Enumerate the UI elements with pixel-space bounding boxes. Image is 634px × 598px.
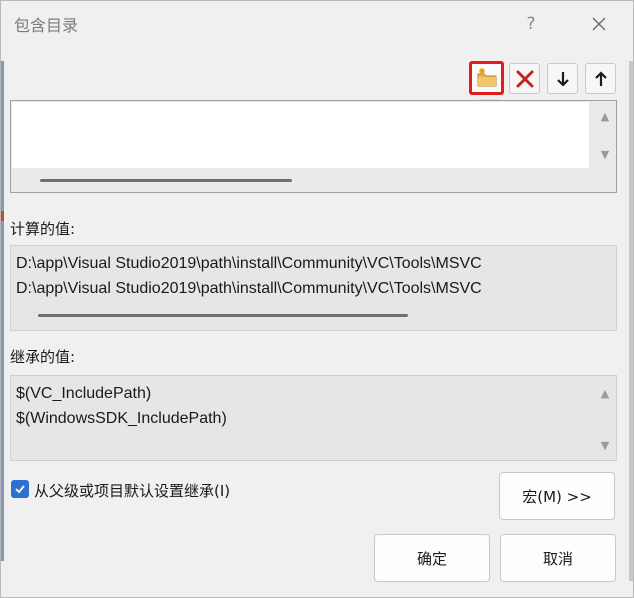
directory-list[interactable]: ▲ ▼ xyxy=(10,100,617,193)
include-directories-dialog: 包含目录 ? 7 ▲ ▼ 计 xyxy=(0,0,634,598)
arrow-up-icon xyxy=(594,70,607,86)
move-down-button[interactable] xyxy=(547,63,578,94)
background-window-edge-right xyxy=(629,61,633,581)
close-icon xyxy=(592,17,606,31)
arrow-down-icon xyxy=(556,71,569,87)
new-line-button[interactable] xyxy=(469,61,504,95)
checkmark-icon xyxy=(15,485,25,494)
help-button[interactable]: ? xyxy=(515,9,547,39)
inherited-value-line: $(VC_IncludePath) xyxy=(16,385,152,402)
inherited-values-label: 继承的值: xyxy=(10,348,76,366)
computed-value-line: D:\app\Visual Studio2019\path\install\Co… xyxy=(16,280,482,297)
computed-value-line: D:\app\Visual Studio2019\path\install\Co… xyxy=(16,255,482,272)
background-window-edge xyxy=(1,61,4,561)
dialog-title: 包含目录 xyxy=(14,16,79,35)
directory-list-body[interactable] xyxy=(12,102,589,168)
horizontal-scrollbar-thumb[interactable] xyxy=(38,314,408,317)
scroll-up-icon[interactable]: ▲ xyxy=(598,388,612,399)
inherit-checkbox[interactable] xyxy=(11,480,29,498)
computed-values-label: 计算的值: xyxy=(10,220,76,238)
computed-values-box: D:\app\Visual Studio2019\path\install\Co… xyxy=(10,245,617,331)
delete-line-button[interactable] xyxy=(509,63,540,94)
ok-button[interactable]: 确定 xyxy=(374,534,490,582)
scroll-down-icon[interactable]: ▼ xyxy=(598,149,612,160)
cancel-button[interactable]: 取消 xyxy=(500,534,616,582)
inherited-value-line: $(WindowsSDK_IncludePath) xyxy=(16,410,227,427)
close-button[interactable] xyxy=(583,9,615,39)
move-up-button[interactable] xyxy=(585,63,616,94)
scroll-up-icon[interactable]: ▲ xyxy=(598,111,612,122)
title-bar: 包含目录 ? xyxy=(1,1,634,47)
macros-button[interactable]: 宏(M) >> xyxy=(499,472,615,520)
scroll-down-icon[interactable]: ▼ xyxy=(598,440,612,451)
horizontal-scrollbar-thumb[interactable] xyxy=(40,179,292,182)
delete-icon xyxy=(516,70,533,87)
new-folder-icon xyxy=(477,68,496,87)
inherited-values-box: $(VC_IncludePath) $(WindowsSDK_IncludePa… xyxy=(10,375,617,461)
background-window-edge-accent xyxy=(1,211,4,221)
inherit-checkbox-label[interactable]: 从父级或项目默认设置继承(I) xyxy=(34,480,230,501)
